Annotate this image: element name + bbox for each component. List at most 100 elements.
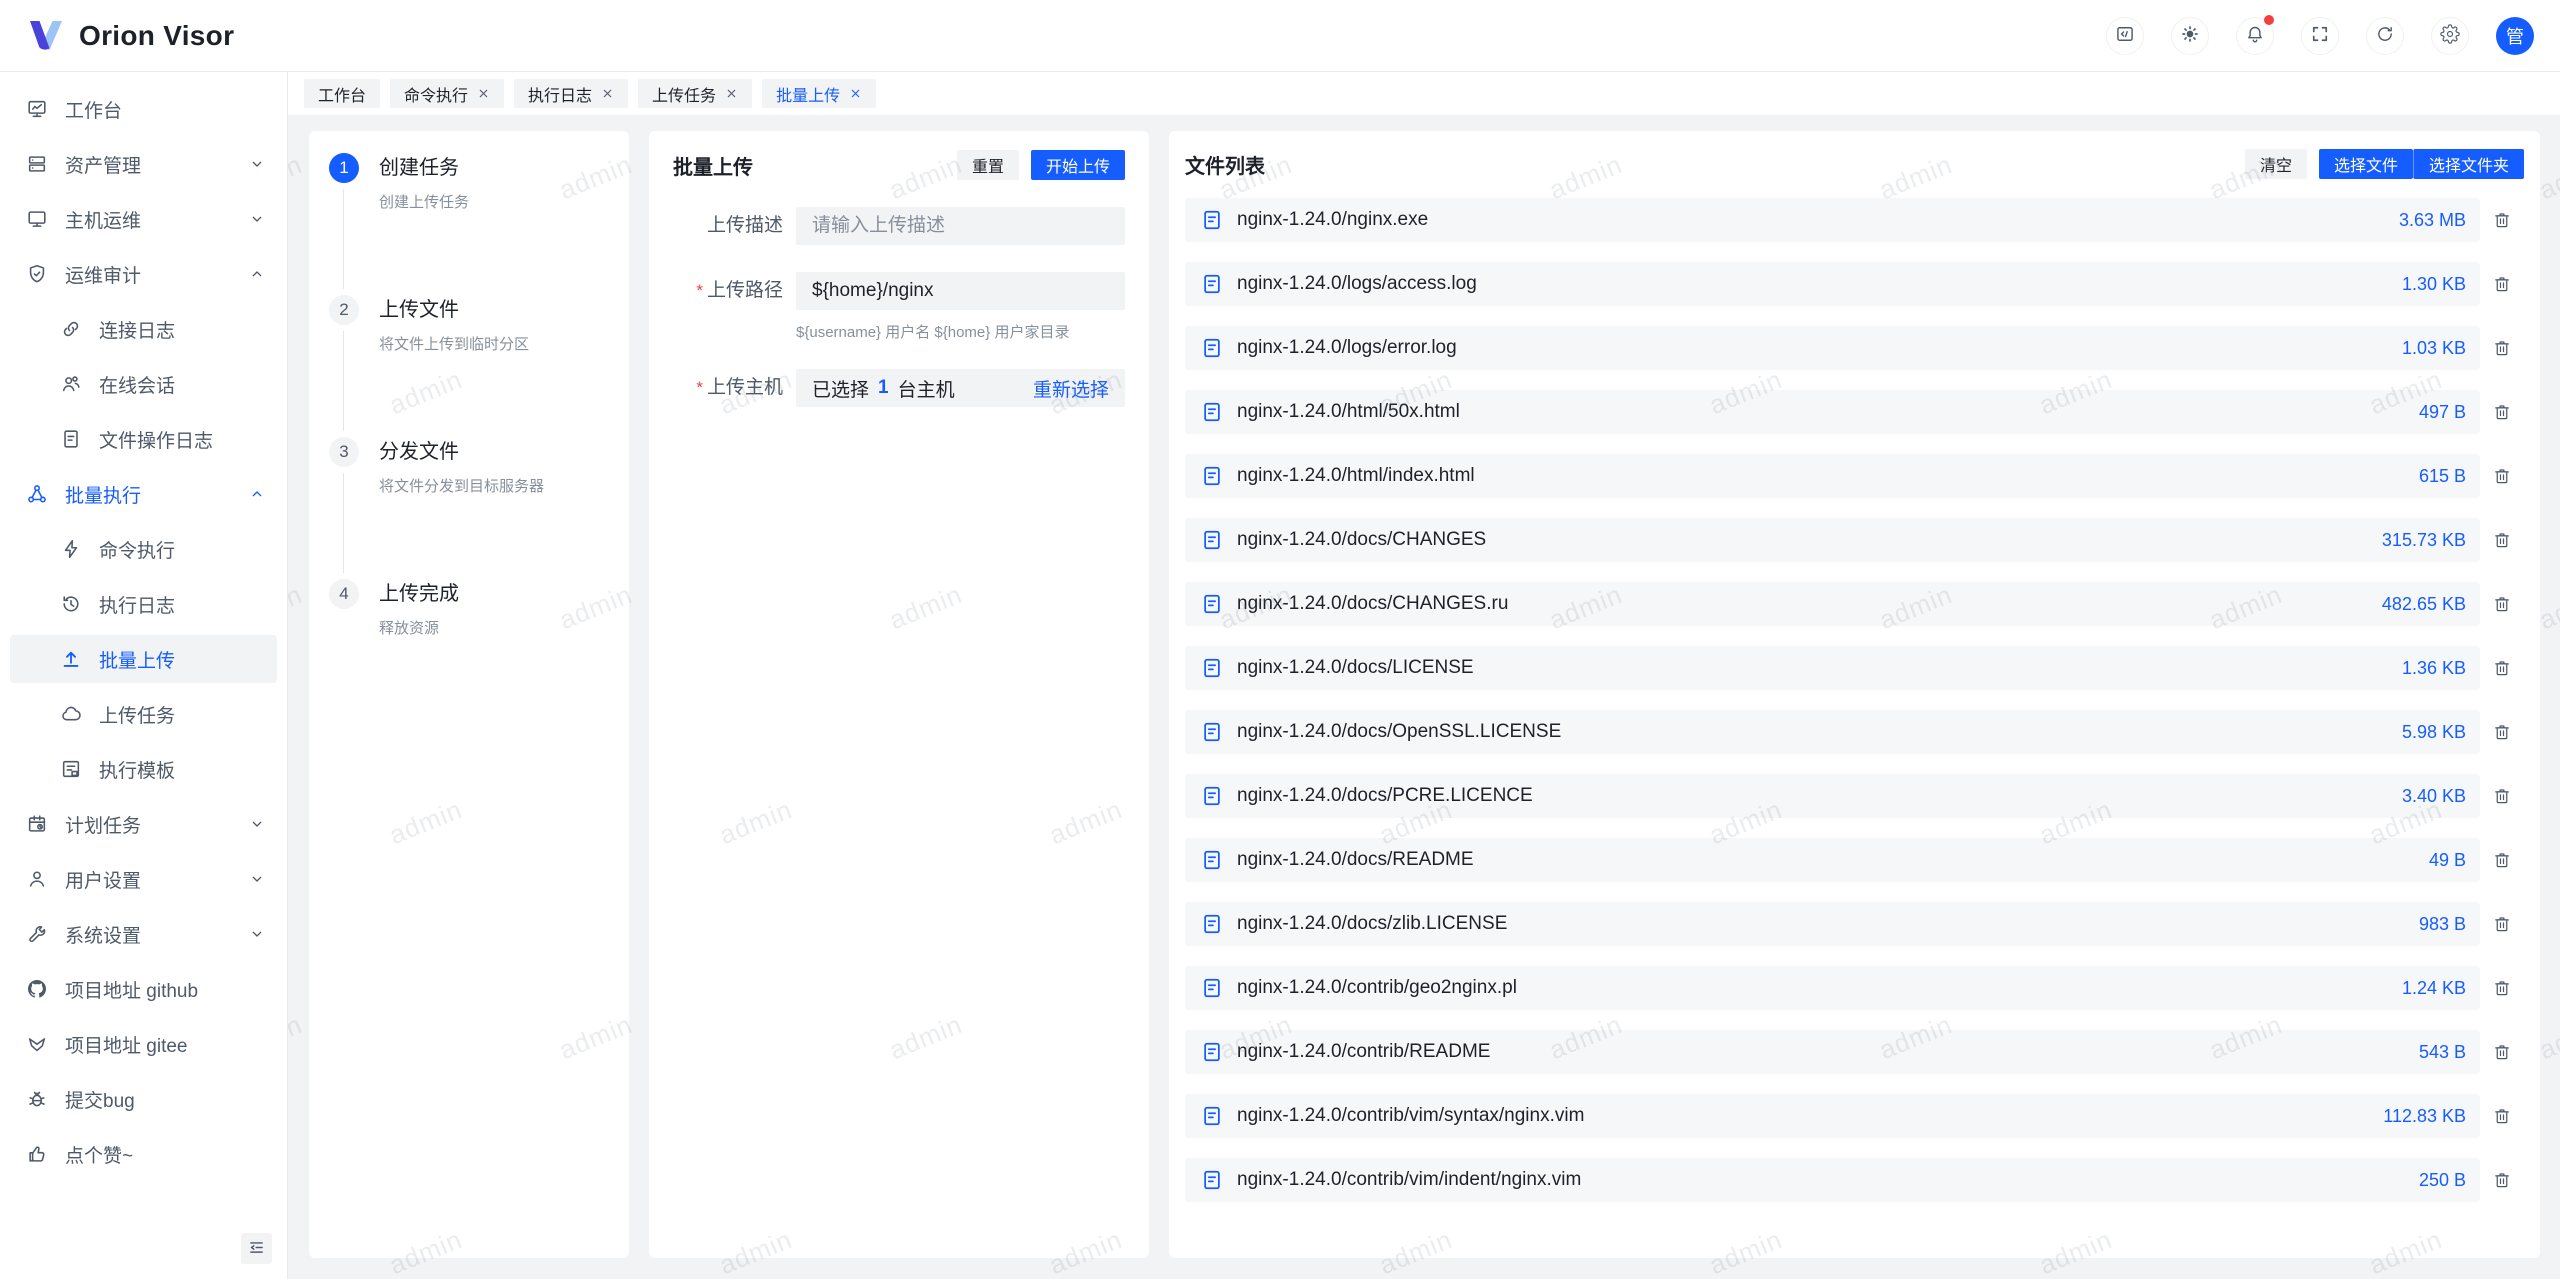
sidebar-item[interactable]: 连接日志	[10, 305, 277, 353]
user-icon	[26, 868, 48, 890]
tab-item-4[interactable]: 批量上传	[762, 79, 876, 108]
step-connector	[343, 473, 344, 573]
delete-file-button[interactable]	[2480, 1106, 2524, 1126]
file-name: nginx-1.24.0/nginx.exe	[1237, 209, 1428, 231]
delete-file-button[interactable]	[2480, 786, 2524, 806]
sidebar-item[interactable]: 上传任务	[10, 690, 277, 738]
tab-close-icon[interactable]	[849, 87, 862, 100]
delete-file-button[interactable]	[2480, 466, 2524, 486]
file-name: nginx-1.24.0/docs/zlib.LICENSE	[1237, 913, 1507, 935]
delete-file-button[interactable]	[2480, 274, 2524, 294]
delete-file-button[interactable]	[2480, 1042, 2524, 1062]
sidebar-item[interactable]: 项目地址 gitee	[10, 1020, 277, 1068]
user-avatar[interactable]: 管	[2496, 17, 2534, 55]
delete-file-button[interactable]	[2480, 338, 2524, 358]
trash-icon	[2492, 1170, 2512, 1190]
file-row-body: nginx-1.24.0/contrib/vim/syntax/nginx.vi…	[1185, 1094, 2480, 1138]
delete-file-button[interactable]	[2480, 978, 2524, 998]
file-row-body: nginx-1.24.0/docs/zlib.LICENSE983 B	[1185, 902, 2480, 946]
tab-item-1[interactable]: 命令执行	[390, 79, 504, 108]
step-number: 4	[329, 579, 359, 609]
reset-button[interactable]: 重置	[957, 150, 1019, 180]
sidebar-item[interactable]: 批量上传	[10, 635, 277, 683]
fullscreen-button[interactable]	[2301, 17, 2339, 55]
tab-item-2[interactable]: 执行日志	[514, 79, 628, 108]
tab-close-icon[interactable]	[601, 87, 614, 100]
trash-icon	[2492, 914, 2512, 934]
sidebar-collapse-button[interactable]	[241, 1233, 272, 1264]
file-icon	[1201, 337, 1223, 359]
file-row: nginx-1.24.0/docs/README49 B	[1185, 838, 2524, 882]
file-name: nginx-1.24.0/contrib/vim/syntax/nginx.vi…	[1237, 1105, 1584, 1127]
logo: Orion Visor	[26, 16, 234, 56]
file-name: nginx-1.24.0/html/index.html	[1237, 465, 1475, 487]
sidebar-item[interactable]: 计划任务	[10, 800, 277, 848]
file-icon	[1201, 529, 1223, 551]
sidebar-item[interactable]: 系统设置	[10, 910, 277, 958]
file-size: 615 B	[2399, 466, 2466, 487]
sidebar-item[interactable]: 资产管理	[10, 140, 277, 188]
delete-file-button[interactable]	[2480, 914, 2524, 934]
file-name: nginx-1.24.0/logs/access.log	[1237, 273, 1477, 295]
sidebar-item[interactable]: 运维审计	[10, 250, 277, 298]
upload-icon	[60, 648, 82, 670]
trash-icon	[2492, 786, 2512, 806]
sidebar-item[interactable]: 用户设置	[10, 855, 277, 903]
step-connector	[343, 189, 344, 289]
select-folder-button[interactable]: 选择文件夹	[2413, 149, 2524, 179]
refresh-button[interactable]	[2366, 17, 2404, 55]
tab-label: 工作台	[318, 82, 366, 106]
sidebar-item[interactable]: 执行日志	[10, 580, 277, 628]
file-row: nginx-1.24.0/docs/PCRE.LICENCE3.40 KB	[1185, 774, 2524, 818]
delete-file-button[interactable]	[2480, 594, 2524, 614]
step-description: 将文件分发到目标服务器	[379, 475, 544, 496]
header-action-buttons	[2106, 17, 2469, 55]
file-list-header: 文件列表 清空 选择文件 选择文件夹	[1185, 149, 2524, 179]
file-name: nginx-1.24.0/docs/CHANGES.ru	[1237, 593, 1508, 615]
sidebar-item[interactable]: 批量执行	[10, 470, 277, 518]
sidebar-item[interactable]: 工作台	[10, 85, 277, 133]
tab-close-icon[interactable]	[725, 87, 738, 100]
tab-item-0[interactable]: 工作台	[304, 79, 380, 108]
app-shell: 工作台资产管理主机运维运维审计连接日志在线会话文件操作日志批量执行命令执行执行日…	[0, 72, 2560, 1279]
sidebar-item[interactable]: 在线会话	[10, 360, 277, 408]
file-name: nginx-1.24.0/docs/README	[1237, 849, 1474, 871]
file-row: nginx-1.24.0/docs/LICENSE1.36 KB	[1185, 646, 2524, 690]
code-preview-button[interactable]	[2106, 17, 2144, 55]
delete-file-button[interactable]	[2480, 722, 2524, 742]
delete-file-button[interactable]	[2480, 402, 2524, 422]
sidebar-item[interactable]: 项目地址 github	[10, 965, 277, 1013]
gitee-icon	[26, 1033, 48, 1055]
clear-files-button[interactable]: 清空	[2245, 149, 2307, 179]
upload-desc-row: 上传描述	[673, 207, 1125, 245]
sidebar-item[interactable]: 提交bug	[10, 1075, 277, 1123]
delete-file-button[interactable]	[2480, 658, 2524, 678]
file-row-body: nginx-1.24.0/docs/LICENSE1.36 KB	[1185, 646, 2480, 690]
app-root: Orion Visor 管 工作台资产管理主机运维运维审计连接日志在线会话文件操…	[0, 0, 2560, 1279]
select-files-button[interactable]: 选择文件	[2319, 149, 2413, 179]
theme-button[interactable]	[2171, 17, 2209, 55]
delete-file-button[interactable]	[2480, 1170, 2524, 1190]
sidebar-item[interactable]: 执行模板	[10, 745, 277, 793]
sidebar-item[interactable]: 文件操作日志	[10, 415, 277, 463]
sidebar-item[interactable]: 点个赞~	[10, 1130, 277, 1178]
tab-close-icon[interactable]	[477, 87, 490, 100]
start-upload-button[interactable]: 开始上传	[1031, 150, 1125, 180]
tab-item-3[interactable]: 上传任务	[638, 79, 752, 108]
delete-file-button[interactable]	[2480, 210, 2524, 230]
settings-button[interactable]	[2431, 17, 2469, 55]
upload-desc-input[interactable]	[796, 207, 1125, 245]
delete-file-button[interactable]	[2480, 850, 2524, 870]
sidebar: 工作台资产管理主机运维运维审计连接日志在线会话文件操作日志批量执行命令执行执行日…	[0, 72, 288, 1279]
file-name: nginx-1.24.0/contrib/geo2nginx.pl	[1237, 977, 1517, 999]
sidebar-item-label: 批量上传	[99, 646, 265, 673]
chevron-up-icon	[249, 266, 265, 282]
upload-path-input[interactable]	[796, 272, 1125, 310]
reselect-hosts-link[interactable]: 重新选择	[1033, 375, 1109, 402]
notification-button[interactable]	[2236, 17, 2274, 55]
delete-file-button[interactable]	[2480, 530, 2524, 550]
chevron-down-icon	[249, 211, 265, 227]
file-icon	[1201, 1169, 1223, 1191]
sidebar-item[interactable]: 主机运维	[10, 195, 277, 243]
sidebar-item[interactable]: 命令执行	[10, 525, 277, 573]
